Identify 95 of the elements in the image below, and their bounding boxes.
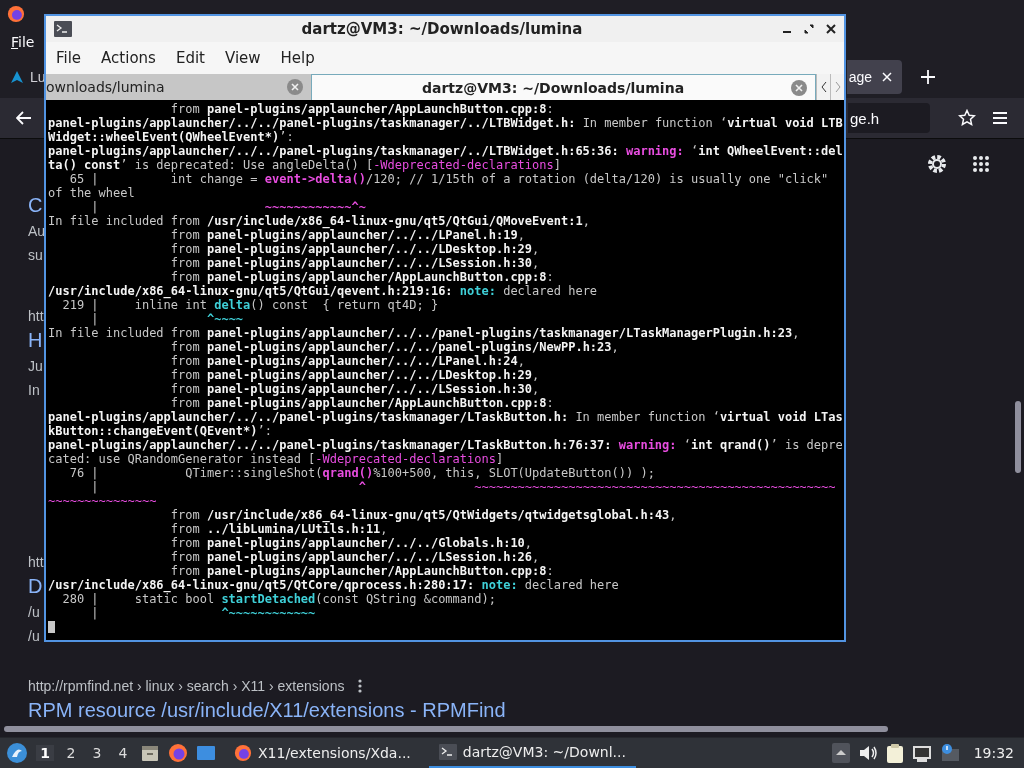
terminal-line: panel-plugins/applauncher/../../panel-plugins/taskmanager/../LTBWidget.h:65:36: warning: ‘int QWheelEvent::del	[48, 144, 843, 158]
result-snippet: su	[28, 246, 43, 265]
volume-icon[interactable]	[857, 744, 878, 762]
close-icon[interactable]	[826, 24, 836, 34]
chevron-right-icon	[834, 81, 841, 93]
terminal-tab[interactable]: ownloads/lumina	[46, 74, 311, 100]
terminal-line: kButton::changeEvent(QEvent*)’:	[48, 424, 272, 438]
result-snippet: /u	[28, 603, 40, 622]
result-title-link[interactable]: RPM resource /usr/include/X11/extensions - RPMFind	[28, 696, 506, 724]
result-snippet: /u	[28, 627, 40, 646]
firefox-icon	[7, 5, 25, 23]
firefox-icon[interactable]	[168, 743, 188, 763]
terminal-line: 280 | static bool startDetached(const QString &command);	[62, 592, 496, 606]
new-tab-icon[interactable]	[920, 69, 936, 85]
menu-item[interactable]: File	[11, 34, 35, 50]
result-snippet: In	[28, 381, 40, 400]
terminal-line: of the wheel	[48, 186, 135, 200]
terminal-line: ta() const’ is deprecated: Use angleDelta() [-Wdeprecated-declarations]	[48, 158, 561, 172]
terminal-line: | ^~~~~~~~~~~~~	[90, 606, 316, 620]
clock: 19:32	[973, 745, 1014, 761]
terminal-line: /usr/include/x86_64-linux-gnu/qt5/QtGui/qevent.h:219:16: note: declared here	[48, 284, 598, 298]
network-icon[interactable]	[911, 744, 932, 762]
terminal-tab[interactable]: dartz@VM3: ~/Downloads/lumina	[311, 74, 816, 100]
terminal-line: ~~~~~~~~~~~~~~~	[48, 494, 157, 508]
apps-grid-icon[interactable]	[972, 155, 990, 173]
terminal-line: | ^ ~~~~~~~~~~~~~~~~~~~~~~~~~~~~~~~~~~~~~~~~~~~~~~~~~~	[90, 480, 836, 494]
horizontal-scrollbar[interactable]	[4, 726, 888, 732]
clipboard-icon[interactable]	[885, 743, 904, 763]
terminal-line: from panel-plugins/applauncher/AppLaunchButton.cpp:8:	[169, 102, 554, 116]
terminal-line: 219 | inline int delta() const { return qt4D; }	[62, 298, 439, 312]
workspace-button[interactable]: 4	[114, 745, 132, 761]
terminal-line: from ../libLumina/LUtils.h:11,	[169, 522, 388, 536]
url-field[interactable]: ge.h	[848, 103, 930, 133]
terminal-line: In file included from panel-plugins/applauncher/../../panel-plugins/taskmanager/LTaskManagerPlugin.h:23,	[48, 326, 800, 340]
menu-icon[interactable]	[992, 111, 1008, 125]
terminal-line: 76 | QTimer::singleShot(qrand()%100+500, this, SLOT(UpdateButton()) );	[68, 466, 655, 480]
terminal-line: from panel-plugins/applauncher/../../panel-plugins/NewPP.h:23,	[169, 340, 619, 354]
star-icon[interactable]	[958, 109, 976, 127]
settings-icon[interactable]	[926, 153, 948, 175]
terminal-line: from panel-plugins/applauncher/../../Globals.h:10,	[169, 536, 533, 550]
chevron-left-icon	[820, 81, 827, 93]
terminal-line: from panel-plugins/applauncher/../../LSession.h:26,	[169, 550, 540, 564]
menu-item[interactable]: File	[46, 49, 92, 67]
workspace-button[interactable]: 2	[62, 745, 80, 761]
window-icon[interactable]	[196, 743, 216, 763]
result-title-link[interactable]: D	[28, 572, 43, 600]
terminal-line: from panel-plugins/applauncher/../../LPanel.h:24,	[169, 354, 525, 368]
more-options-icon[interactable]	[358, 679, 363, 693]
terminal-line: from /usr/include/x86_64-linux-gnu/qt5/QtWidgets/qtwidgetsglobal.h:43,	[169, 508, 677, 522]
result-url: htt	[28, 307, 44, 326]
menu-item[interactable]: Actions	[91, 49, 166, 67]
terminal-line: cated: use QRandomGenerator instead [-Wdeprecated-declarations]	[48, 452, 504, 466]
result-snippet: Ju	[28, 357, 43, 376]
result-url: htt	[28, 553, 44, 572]
window-title: dartz@VM3: ~/Downloads/lumina	[300, 20, 584, 38]
start-menu-icon[interactable]	[6, 742, 28, 764]
workspace-button[interactable]: 1	[36, 745, 54, 761]
result-title-link[interactable]: H	[28, 326, 43, 354]
result-snippet: Au	[28, 222, 46, 241]
maximize-icon[interactable]	[804, 24, 814, 34]
result-url: http://rpmfind.net › linux › search › X11 › extensions	[28, 677, 345, 696]
terminal-line: from panel-plugins/applauncher/AppLaunchButton.cpp:8:	[169, 396, 554, 410]
terminal-line: panel-plugins/applauncher/../../panel-plugins/taskmanager/LTaskButton.h:76:37: warning: ‘int qrand()’ is depre	[48, 438, 843, 452]
terminal-line: from panel-plugins/applauncher/AppLaunchButton.cpp:8:	[169, 564, 554, 578]
terminal-icon	[54, 21, 72, 37]
terminal-line: from panel-plugins/applauncher/../../LSession.h:30,	[169, 382, 540, 396]
back-arrow-icon[interactable]	[16, 111, 32, 125]
terminal-line: from panel-plugins/applauncher/../../LDesktop.h:29,	[169, 242, 540, 256]
file-manager-icon[interactable]	[140, 743, 160, 763]
terminal-line: from panel-plugins/applauncher/AppLaunchButton.cpp:8:	[169, 270, 554, 284]
terminal-line: panel-plugins/applauncher/../../panel-plugins/taskmanager/LTaskButton.h: In member function ‘virtual void LTas	[48, 410, 843, 424]
workspace-button[interactable]: 3	[88, 745, 106, 761]
menu-item[interactable]: Edit	[165, 49, 215, 67]
vertical-scrollbar[interactable]	[1015, 401, 1021, 473]
browser-tab[interactable]: age	[846, 60, 902, 94]
terminal-line: 65 | int change = event->delta()/120; // 1/15th of a rotation (delta/120) is usually one "click"	[68, 172, 829, 186]
taskbar-task[interactable]: dartz@VM3: ~/Downl...	[428, 738, 636, 768]
taskbar-task[interactable]: X11/extensions/Xda...	[224, 738, 421, 768]
terminal-line: | ^~~~~	[90, 312, 244, 326]
terminal-line: from panel-plugins/applauncher/../../LPanel.h:19,	[169, 228, 525, 242]
terminal-line: from panel-plugins/applauncher/../../LDesktop.h:29,	[169, 368, 540, 382]
notification-icon[interactable]	[939, 743, 960, 763]
result-title-link[interactable]: C	[28, 191, 43, 219]
terminal-line: Widget::wheelEvent(QWheelEvent*)’:	[48, 130, 294, 144]
menu-item[interactable]: View	[214, 49, 271, 67]
terminal-line: In file included from /usr/include/x86_64-linux-gnu/qt5/QtGui/QMoveEvent:1,	[48, 214, 590, 228]
menu-item[interactable]: Help	[270, 49, 325, 67]
scroll-left-button[interactable]	[816, 74, 830, 100]
terminal-icon	[438, 744, 457, 760]
text-cursor	[48, 621, 55, 633]
terminal-line: from panel-plugins/applauncher/../../LSession.h:30,	[169, 256, 540, 270]
terminal-line: /usr/include/x86_64-linux-gnu/qt5/QtCore/qprocess.h:280:17: note: declared here	[48, 578, 619, 592]
terminal-line: | ~~~~~~~~~~~~^~	[90, 200, 366, 214]
firefox-icon	[234, 744, 252, 762]
terminal-line: panel-plugins/applauncher/../../panel-plugins/taskmanager/../LTBWidget.h: In member function ‘virtual void LTB	[48, 116, 843, 130]
